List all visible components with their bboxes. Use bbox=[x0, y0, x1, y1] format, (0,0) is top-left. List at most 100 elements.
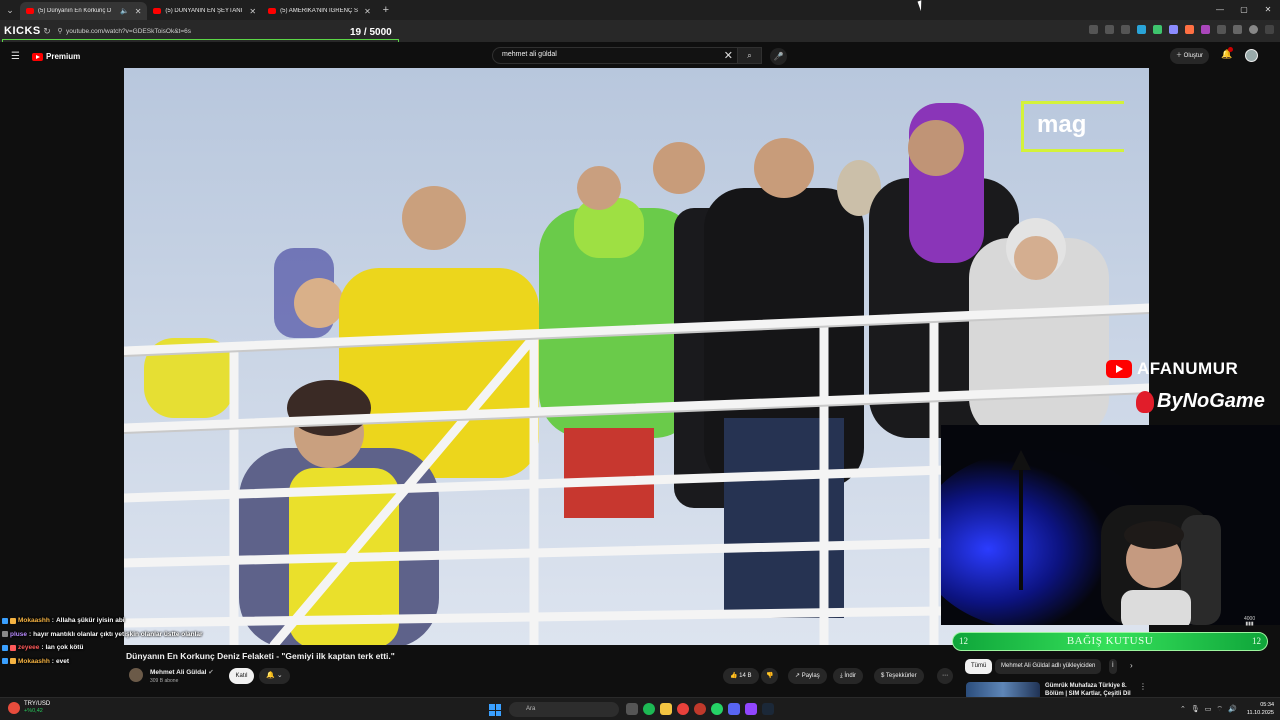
subscriber-count: 309 B abone bbox=[150, 678, 179, 684]
taskbar-apps bbox=[626, 703, 774, 715]
channel-name[interactable]: Mehmet Ali Güldal ✔ bbox=[150, 668, 214, 676]
close-window-button[interactable]: ✕ bbox=[1256, 0, 1280, 20]
more-vert-icon[interactable]: ⋮ bbox=[1139, 682, 1147, 691]
windows-taskbar: TRY/USD +%0,42 ⌕ Ara ⌃ 🎙 ▭ ⌔ 🔊 05:34 bbox=[0, 697, 1280, 720]
badge-icon bbox=[2, 644, 8, 651]
whatsapp-icon[interactable] bbox=[711, 703, 723, 715]
zoom-icon[interactable] bbox=[1105, 25, 1114, 34]
clear-search-icon[interactable]: ✕ bbox=[724, 49, 733, 62]
chip-related[interactable]: İ bbox=[1109, 659, 1117, 674]
profile-icon[interactable] bbox=[1249, 25, 1258, 34]
menu-icon[interactable] bbox=[1265, 25, 1274, 34]
microphone-icon[interactable]: 🎤 bbox=[770, 48, 787, 65]
bynogame-logo-icon bbox=[1136, 390, 1154, 413]
subscription-bell-button[interactable]: 🔔 ⌄ bbox=[259, 668, 290, 684]
extension-icon[interactable] bbox=[1185, 25, 1194, 34]
close-tab-icon[interactable]: ✕ bbox=[135, 7, 142, 16]
obs-icon[interactable] bbox=[694, 703, 706, 715]
ticker-pair: TRY/USD bbox=[24, 701, 51, 707]
extension-icon[interactable] bbox=[1137, 25, 1146, 34]
chevron-right-icon[interactable]: › bbox=[1130, 661, 1133, 670]
close-tab-icon[interactable]: ✕ bbox=[364, 7, 371, 16]
spotify-icon[interactable] bbox=[643, 703, 655, 715]
volume-icon[interactable]: 🔊 bbox=[1228, 705, 1237, 714]
chrome-icon[interactable] bbox=[677, 703, 689, 715]
chevron-down-icon: ⌄ bbox=[276, 672, 283, 679]
clock[interactable]: 05:34 11.10.2025 bbox=[1246, 701, 1274, 717]
close-tab-icon[interactable]: ✕ bbox=[249, 7, 256, 16]
chip-uploader[interactable]: Mehmet Ali Güldal adlı yükleyiciden bbox=[995, 659, 1102, 674]
display-icon[interactable]: ▭ bbox=[1205, 705, 1212, 714]
badge-icon bbox=[10, 617, 16, 624]
new-tab-button[interactable]: + bbox=[377, 4, 395, 16]
speaker-icon[interactable]: 🔈 bbox=[120, 7, 129, 15]
browser-tab-2[interactable]: (5) DÜNYANIN EN ŞEYTANİ BA ✕ bbox=[147, 2, 262, 20]
badge-icon bbox=[10, 644, 16, 651]
cast-icon[interactable] bbox=[1089, 25, 1098, 34]
search-box[interactable]: mehmet ali güldal ✕ ⌕ bbox=[492, 47, 762, 64]
url-field[interactable]: youtube.com/watch?v=GDESkToisOk&t=6s bbox=[66, 28, 191, 35]
join-button[interactable]: Katıl bbox=[229, 668, 254, 684]
like-count: 14 B bbox=[739, 673, 752, 679]
account-avatar[interactable] bbox=[1245, 49, 1258, 62]
search-input[interactable]: mehmet ali güldal bbox=[502, 51, 557, 58]
puzzle-icon[interactable] bbox=[1217, 25, 1226, 34]
reload-icon[interactable]: ↻ bbox=[40, 26, 54, 37]
extension-icon[interactable] bbox=[1201, 25, 1210, 34]
network-icon[interactable]: ⌔ bbox=[1216, 705, 1223, 714]
star-icon[interactable] bbox=[1121, 25, 1130, 34]
recommended-title[interactable]: Gümrük Muhafaza Türkiye 8. Bölüm | SIM K… bbox=[1045, 682, 1140, 698]
minimize-button[interactable]: — bbox=[1208, 0, 1232, 20]
chat-message: Mokaashh : Allaha şükür iyisin abi bbox=[2, 614, 302, 628]
browser-tab-3[interactable]: (5) AMERİKA'NIN İĞRENÇ S*KS ✕ bbox=[262, 2, 377, 20]
extension-icon[interactable] bbox=[1169, 25, 1178, 34]
ticker-widget[interactable]: TRY/USD +%0,42 bbox=[8, 701, 50, 715]
menu-hamburger-icon[interactable]: ☰ bbox=[11, 51, 20, 62]
start-button[interactable] bbox=[489, 704, 501, 716]
thanks-button[interactable]: $ Teşekkürler bbox=[874, 668, 924, 684]
like-button[interactable]: 👍 14 B bbox=[723, 668, 759, 684]
create-button[interactable]: ＋ Oluştur bbox=[1170, 48, 1210, 64]
tray-chevron-icon[interactable]: ⌃ bbox=[1180, 705, 1186, 714]
file-explorer-icon[interactable] bbox=[660, 703, 672, 715]
dislike-button[interactable]: 👎 bbox=[761, 668, 779, 684]
chat-username: pluse bbox=[10, 630, 27, 638]
youtube-header: ☰ Premium mehmet ali güldal ✕ ⌕ 🎤 ＋ Oluş… bbox=[0, 42, 1280, 68]
donation-right-count: 12 bbox=[1252, 636, 1261, 646]
youtube-logo[interactable]: Premium bbox=[32, 52, 80, 61]
tab-search-icon[interactable]: ⌄ bbox=[0, 0, 20, 20]
download-icon: ⤓ bbox=[840, 673, 843, 679]
notification-badge bbox=[1228, 47, 1233, 52]
window-controls: — ▢ ✕ bbox=[1208, 0, 1280, 20]
channel-avatar[interactable] bbox=[129, 668, 143, 682]
more-actions-button[interactable]: ⋯ bbox=[937, 668, 953, 684]
twitch-icon[interactable] bbox=[745, 703, 757, 715]
clock-time: 05:34 bbox=[1260, 702, 1274, 708]
video-title: Dünyanın En Korkunç Deniz Felaketi - "Ge… bbox=[126, 651, 395, 661]
discord-icon[interactable] bbox=[728, 703, 740, 715]
chat-text: evet bbox=[55, 657, 69, 665]
verified-icon: ✔ bbox=[208, 669, 214, 676]
task-view-icon[interactable] bbox=[626, 703, 638, 715]
youtube-play-icon bbox=[32, 52, 43, 61]
donation-bar: 12 BAĞIŞ KUTUSU 12 bbox=[952, 632, 1268, 651]
maximize-button[interactable]: ▢ bbox=[1232, 0, 1256, 20]
site-info-icon[interactable]: ⚲ bbox=[54, 27, 66, 35]
download-button[interactable]: ⤓ İndir bbox=[833, 668, 863, 684]
steam-icon[interactable] bbox=[762, 703, 774, 715]
share-button[interactable]: ↗ Paylaş bbox=[788, 668, 827, 684]
chip-all[interactable]: Tümü bbox=[965, 659, 993, 674]
streamer-webcam bbox=[941, 425, 1280, 625]
sidebar-icon[interactable] bbox=[1233, 25, 1242, 34]
youtube-favicon-icon bbox=[153, 8, 162, 14]
streamer-channel-name: AFANUMUR bbox=[1137, 359, 1239, 378]
browser-tab-1[interactable]: (5) Dünyanın En Korkunç D 🔈 ✕ bbox=[20, 2, 148, 20]
extension-icon[interactable] bbox=[1153, 25, 1162, 34]
taskbar-search[interactable]: Ara bbox=[509, 702, 619, 717]
tab-title: (5) DÜNYANIN EN ŞEYTANİ BA bbox=[165, 8, 244, 14]
microphone-tray-icon[interactable]: 🎙 bbox=[1191, 705, 1200, 714]
thanks-icon: $ bbox=[881, 673, 885, 679]
search-icon[interactable]: ⌕ bbox=[737, 48, 761, 63]
tab-title: (5) Dünyanın En Korkunç D bbox=[38, 8, 112, 14]
chat-username: Mokaashh bbox=[18, 657, 50, 665]
